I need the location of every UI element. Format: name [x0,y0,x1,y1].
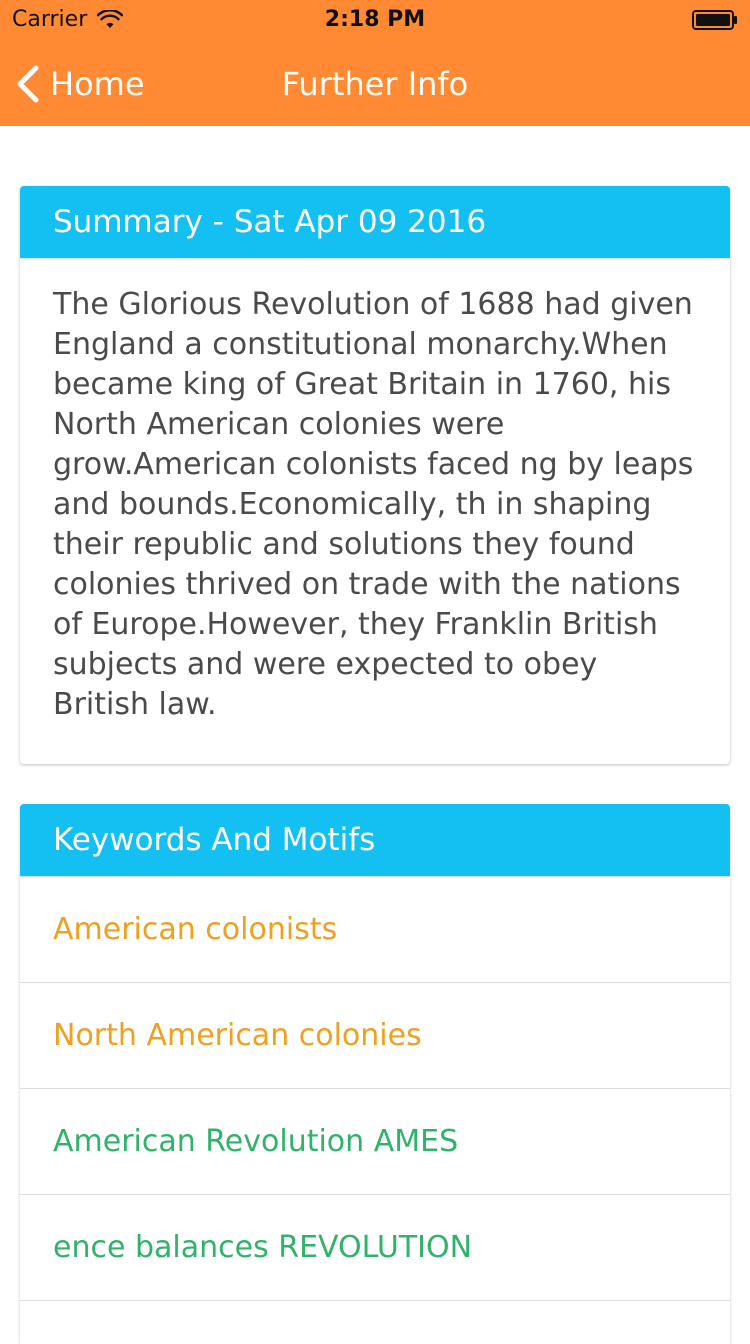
page-title: Further Info [281,65,469,103]
keyword-label: American colonists [53,912,338,947]
keyword-label: American Revolution AMES [53,1124,459,1159]
status-bar: Carrier 2:18 PM [0,0,750,40]
keyword-item[interactable]: North American colonies [20,982,730,1088]
keywords-list: American colonists North American coloni… [20,876,730,1344]
keywords-card: Keywords And Motifs American colonists N… [20,804,730,1344]
summary-header: Summary - Sat Apr 09 2016 [20,186,730,258]
status-time: 2:18 PM [324,7,426,32]
keyword-item[interactable]: ence balances REVOLUTION [20,1194,730,1300]
keyword-label: ence balances REVOLUTION [53,1230,473,1265]
keyword-item[interactable] [20,1300,730,1344]
keyword-item[interactable]: American Revolution AMES [20,1088,730,1194]
navigation-bar: Home Further Info [0,40,750,126]
summary-text: The Glorious Revolution of 1688 had give… [20,258,730,725]
keyword-item[interactable]: American colonists [20,876,730,982]
keyword-label: North American colonies [53,1018,422,1053]
summary-card: Summary - Sat Apr 09 2016 The Glorious R… [20,186,730,764]
keywords-header: Keywords And Motifs [20,804,730,876]
battery-icon [692,10,738,30]
top-bar: Carrier 2:18 PM Home Further Info [0,0,750,126]
